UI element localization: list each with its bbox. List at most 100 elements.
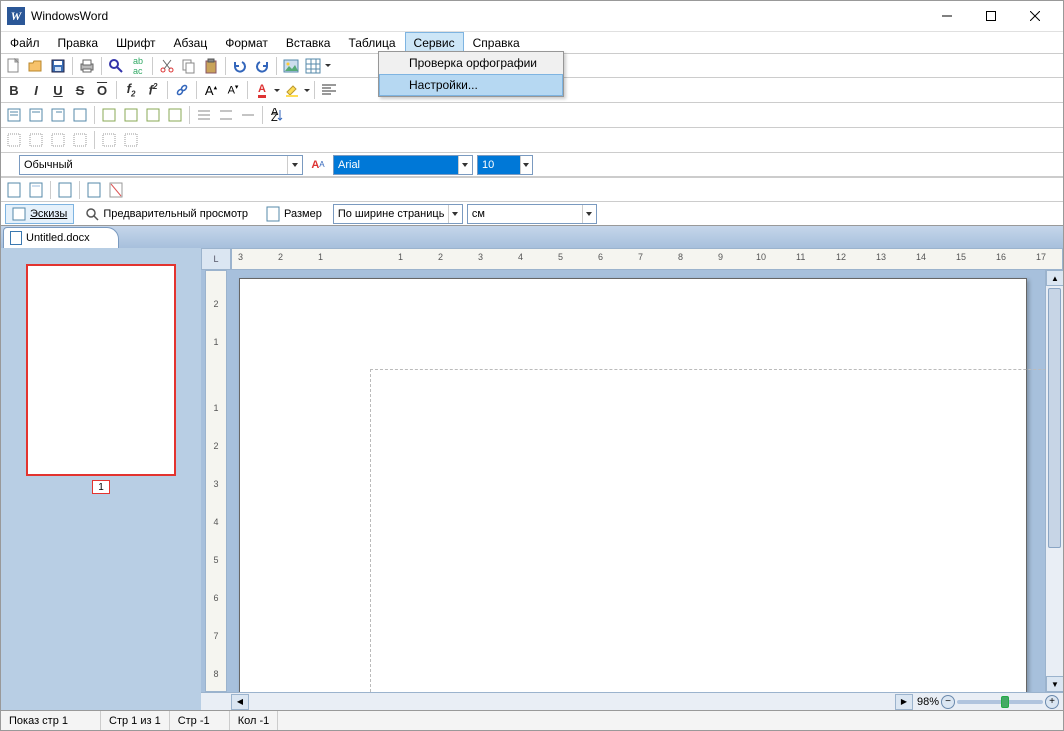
scroll-up-icon[interactable]: ▲	[1046, 270, 1063, 286]
undo-icon[interactable]	[229, 55, 251, 77]
page-thumbnail[interactable]	[26, 264, 176, 476]
zoom-in-button[interactable]: +	[1045, 695, 1059, 709]
superscript-icon[interactable]: f2	[142, 79, 164, 101]
overline-icon[interactable]: O	[91, 79, 113, 101]
docview-4-icon[interactable]	[83, 179, 105, 201]
menu-font[interactable]: Шрифт	[107, 32, 164, 53]
style-combo-input[interactable]	[20, 156, 287, 174]
table-dropdown-icon[interactable]	[302, 55, 332, 77]
sort-icon[interactable]: AZ	[266, 104, 288, 126]
copy-icon[interactable]	[178, 55, 200, 77]
increase-font-icon[interactable]: A▴	[200, 79, 222, 101]
size-combo-input[interactable]	[478, 156, 520, 174]
docview-1-icon[interactable]	[3, 179, 25, 201]
menu-table[interactable]: Таблица	[339, 32, 404, 53]
zoom-slider-thumb[interactable]	[1001, 696, 1009, 708]
underline-icon[interactable]: U	[47, 79, 69, 101]
zoom-mode-combo[interactable]	[333, 204, 463, 224]
save-icon[interactable]	[47, 55, 69, 77]
border-6-icon[interactable]	[120, 129, 142, 151]
para-icon-9[interactable]	[193, 104, 215, 126]
menu-insert[interactable]: Вставка	[277, 32, 340, 53]
chevron-down-icon[interactable]	[448, 205, 462, 223]
scroll-down-icon[interactable]: ▼	[1046, 676, 1063, 692]
document-tabstrip: Untitled.docx	[1, 226, 1063, 248]
para-icon-1[interactable]	[3, 104, 25, 126]
chevron-down-icon[interactable]	[520, 156, 532, 174]
menu-edit[interactable]: Правка	[49, 32, 108, 53]
subscript-icon[interactable]: f2	[120, 79, 142, 101]
size-button[interactable]: Размер	[259, 204, 329, 224]
preview-button[interactable]: Предварительный просмотр	[78, 204, 255, 224]
document-tab[interactable]: Untitled.docx	[3, 227, 119, 248]
thumbnails-button[interactable]: Эскизы	[5, 204, 74, 224]
zoom-slider[interactable]	[957, 700, 1043, 704]
dropdown-settings[interactable]: Настройки...	[379, 74, 563, 96]
para-icon-11[interactable]	[237, 104, 259, 126]
scroll-right-icon[interactable]: ▶	[895, 694, 913, 710]
bold-icon[interactable]: B	[3, 79, 25, 101]
replace-icon[interactable]: abac	[127, 55, 149, 77]
find-icon[interactable]	[105, 55, 127, 77]
new-doc-icon[interactable]	[3, 55, 25, 77]
decrease-font-icon[interactable]: A▾	[222, 79, 244, 101]
unit-combo[interactable]	[467, 204, 597, 224]
menu-format[interactable]: Формат	[216, 32, 277, 53]
font-combo-input[interactable]	[334, 156, 458, 174]
menu-help[interactable]: Справка	[464, 32, 529, 53]
strike-icon[interactable]: S	[69, 79, 91, 101]
dropdown-spellcheck[interactable]: Проверка орфографии	[379, 52, 563, 74]
menu-file[interactable]: Файл	[1, 32, 49, 53]
scroll-thumb[interactable]	[1048, 288, 1061, 548]
border-1-icon[interactable]	[3, 129, 25, 151]
scroll-left-icon[interactable]: ◀	[231, 694, 249, 710]
close-button[interactable]	[1013, 2, 1057, 30]
vertical-ruler[interactable]: 2 1 1 2 3 4 5 6 7 8	[205, 270, 227, 692]
menu-service[interactable]: Сервис	[405, 32, 464, 53]
hscroll-track[interactable]	[249, 694, 895, 710]
menu-paragraph[interactable]: Абзац	[165, 32, 217, 53]
border-4-icon[interactable]	[69, 129, 91, 151]
para-icon-10[interactable]	[215, 104, 237, 126]
para-icon-4[interactable]	[69, 104, 91, 126]
horizontal-ruler[interactable]: 3 2 1 1 2 3 4 5 6 7 8 9 10 11 12 13 14 1…	[231, 248, 1063, 270]
unit-input[interactable]	[468, 205, 582, 223]
para-icon-5[interactable]	[98, 104, 120, 126]
cut-icon[interactable]	[156, 55, 178, 77]
style-combo[interactable]	[19, 155, 303, 175]
toolbar-font-select: AA	[1, 153, 1063, 177]
zoom-mode-input[interactable]	[334, 205, 448, 223]
redo-icon[interactable]	[251, 55, 273, 77]
page[interactable]	[239, 278, 1027, 692]
para-icon-7[interactable]	[142, 104, 164, 126]
hyperlink-icon[interactable]	[171, 79, 193, 101]
para-icon-6[interactable]	[120, 104, 142, 126]
chevron-down-icon[interactable]	[287, 156, 302, 174]
chevron-down-icon[interactable]	[458, 156, 472, 174]
print-icon[interactable]	[76, 55, 98, 77]
zoom-out-button[interactable]: −	[941, 695, 955, 709]
para-icon-8[interactable]	[164, 104, 186, 126]
highlight-color-icon[interactable]	[281, 79, 311, 101]
docview-2-icon[interactable]	[25, 179, 47, 201]
italic-icon[interactable]: I	[25, 79, 47, 101]
size-combo[interactable]	[477, 155, 533, 175]
border-2-icon[interactable]	[25, 129, 47, 151]
border-5-icon[interactable]	[98, 129, 120, 151]
chevron-down-icon[interactable]	[582, 205, 596, 223]
docview-3-icon[interactable]	[54, 179, 76, 201]
font-combo[interactable]	[333, 155, 473, 175]
font-color-icon[interactable]: A	[251, 79, 281, 101]
paste-icon[interactable]	[200, 55, 222, 77]
para-icon-2[interactable]	[25, 104, 47, 126]
open-icon[interactable]	[25, 55, 47, 77]
docview-5-icon[interactable]	[105, 179, 127, 201]
maximize-button[interactable]	[969, 2, 1013, 30]
para-icon-3[interactable]	[47, 104, 69, 126]
page-canvas[interactable]	[231, 270, 1045, 692]
border-3-icon[interactable]	[47, 129, 69, 151]
align-left-icon[interactable]	[318, 79, 340, 101]
vertical-scrollbar[interactable]: ▲ ▼	[1045, 270, 1063, 692]
insert-image-icon[interactable]	[280, 55, 302, 77]
minimize-button[interactable]	[925, 2, 969, 30]
